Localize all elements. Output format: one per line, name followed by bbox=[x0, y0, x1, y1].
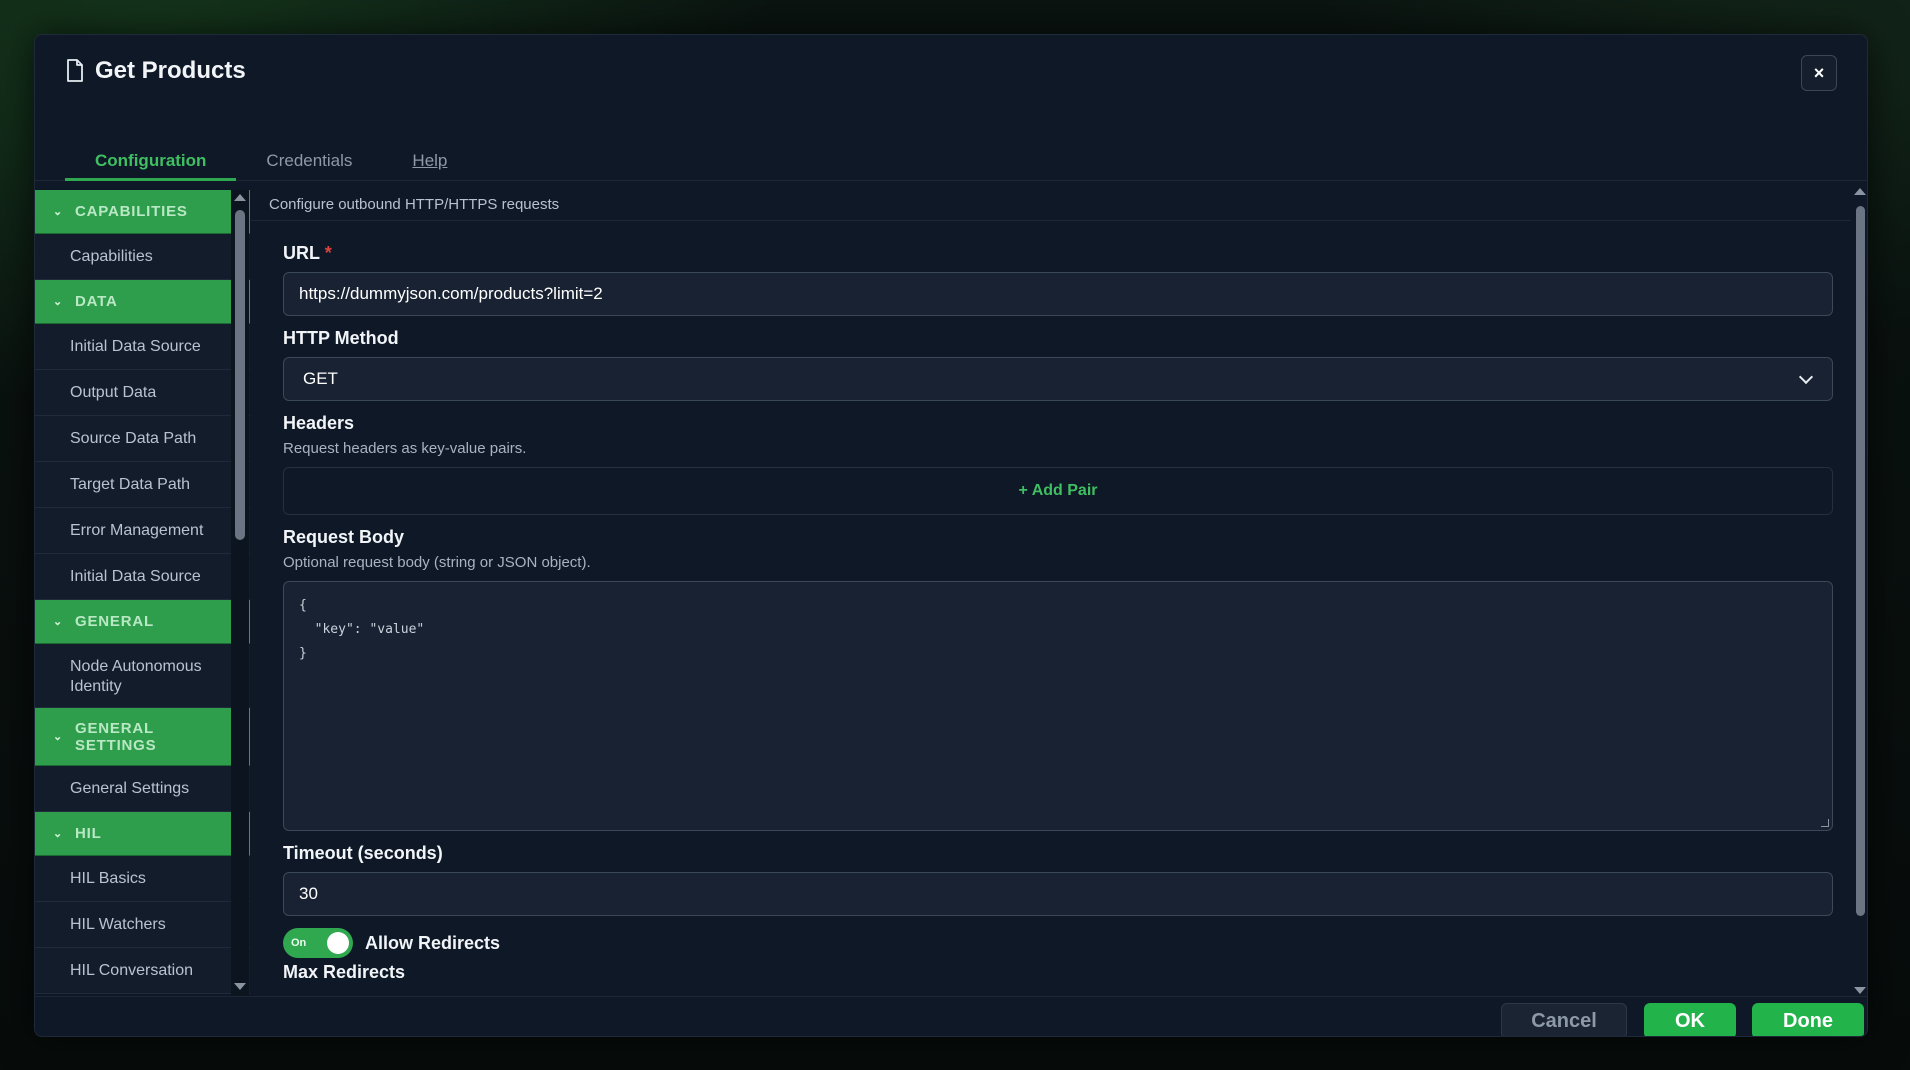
sidebar-section-general[interactable]: ⌄ GENERAL bbox=[35, 600, 250, 644]
sidebar-item-source-data-path[interactable]: Source Data Path bbox=[35, 416, 250, 462]
add-pair-button[interactable]: + Add Pair bbox=[283, 467, 1833, 515]
document-icon bbox=[67, 59, 83, 82]
dialog-footer: Cancel OK Done bbox=[35, 996, 1867, 1036]
allow-redirects-toggle[interactable]: On bbox=[283, 928, 353, 958]
sidebar-item-hil-conversation[interactable]: HIL Conversation bbox=[35, 948, 250, 994]
request-body-value: { "key": "value" } bbox=[299, 598, 425, 661]
resize-grip-icon[interactable] bbox=[1821, 819, 1829, 827]
sidebar-section-hil[interactable]: ⌄ HIL bbox=[35, 812, 250, 856]
content-description: Configure outbound HTTP/HTTPS requests bbox=[251, 181, 1851, 221]
modal-dialog: Get Products × Configuration Credentials… bbox=[34, 34, 1868, 1037]
tab-help[interactable]: Help bbox=[382, 115, 477, 181]
required-mark: * bbox=[324, 243, 332, 263]
close-icon: × bbox=[1813, 62, 1825, 83]
done-button[interactable]: Done bbox=[1752, 1003, 1864, 1036]
sidebar-item-error-management[interactable]: Error Management bbox=[35, 508, 250, 554]
sidebar-item-initial-data-source-2[interactable]: Initial Data Source bbox=[35, 554, 250, 600]
scrollbar-thumb[interactable] bbox=[1856, 206, 1865, 916]
headers-label: Headers bbox=[283, 413, 355, 433]
sidebar-item-initial-data-source[interactable]: Initial Data Source bbox=[35, 324, 250, 370]
scroll-up-arrow-icon[interactable] bbox=[1854, 188, 1866, 195]
tab-configuration[interactable]: Configuration bbox=[65, 115, 237, 181]
chevron-down-icon: ⌄ bbox=[53, 206, 64, 218]
sidebar-item-capabilities[interactable]: Capabilities bbox=[35, 234, 250, 280]
sidebar-item-general-settings[interactable]: General Settings bbox=[35, 766, 250, 812]
url-label: URL * bbox=[283, 243, 332, 263]
content-scrollbar[interactable] bbox=[1853, 186, 1867, 996]
title-row: Get Products bbox=[65, 57, 246, 85]
max-redirects-label: Max Redirects bbox=[283, 962, 406, 982]
timeout-label: Timeout (seconds) bbox=[283, 843, 443, 863]
scroll-up-arrow-icon[interactable] bbox=[234, 194, 246, 201]
chevron-down-icon: ⌄ bbox=[53, 296, 64, 308]
sidebar-section-general-settings[interactable]: ⌄ GENERAL SETTINGS bbox=[35, 708, 250, 766]
sidebar-item-node-autonomous-identity[interactable]: Node Autonomous Identity bbox=[35, 644, 250, 708]
content-panel: Configure outbound HTTP/HTTPS requests U… bbox=[251, 181, 1851, 996]
headers-help: Request headers as key-value pairs. bbox=[283, 440, 527, 457]
allow-redirects-label: Allow Redirects bbox=[365, 932, 501, 953]
chevron-down-icon: ⌄ bbox=[53, 731, 64, 743]
scroll-down-arrow-icon[interactable] bbox=[234, 983, 246, 990]
sidebar-item-target-data-path[interactable]: Target Data Path bbox=[35, 462, 250, 508]
toggle-knob bbox=[327, 932, 349, 954]
tab-bar: Configuration Credentials Help bbox=[65, 115, 477, 181]
timeout-input[interactable]: 30 bbox=[283, 872, 1833, 916]
cancel-button[interactable]: Cancel bbox=[1501, 1003, 1627, 1036]
sidebar-item-hil-watchers[interactable]: HIL Watchers bbox=[35, 902, 250, 948]
http-method-select[interactable]: GET bbox=[283, 357, 1833, 401]
sidebar-section-data[interactable]: ⌄ DATA bbox=[35, 280, 250, 324]
http-method-label: HTTP Method bbox=[283, 328, 399, 348]
sidebar: ⌄ CAPABILITIES Capabilities ⌄ DATA Initi… bbox=[35, 190, 250, 996]
ok-button[interactable]: OK bbox=[1644, 1003, 1736, 1036]
toggle-state-label: On bbox=[291, 937, 307, 949]
chevron-down-icon bbox=[1798, 369, 1814, 384]
config-form: URL * https://dummyjson.com/products?lim… bbox=[283, 243, 1833, 991]
http-method-value: GET bbox=[303, 369, 338, 388]
tab-credentials[interactable]: Credentials bbox=[236, 115, 382, 181]
scroll-down-arrow-icon[interactable] bbox=[1854, 987, 1866, 994]
request-body-textarea[interactable]: { "key": "value" } bbox=[283, 581, 1833, 831]
sidebar-item-output-data[interactable]: Output Data bbox=[35, 370, 250, 416]
sidebar-item-hil-basics[interactable]: HIL Basics bbox=[35, 856, 250, 902]
sidebar-scrollbar[interactable] bbox=[231, 190, 249, 996]
chevron-down-icon: ⌄ bbox=[53, 616, 64, 628]
allow-redirects-row: On Allow Redirects bbox=[283, 928, 1833, 958]
request-body-label: Request Body bbox=[283, 527, 405, 547]
chevron-down-icon: ⌄ bbox=[53, 828, 64, 840]
modal-header: Get Products × Configuration Credentials… bbox=[35, 35, 1867, 181]
request-body-help: Optional request body (string or JSON ob… bbox=[283, 554, 591, 571]
scrollbar-thumb[interactable] bbox=[235, 210, 245, 540]
sidebar-section-capabilities[interactable]: ⌄ CAPABILITIES bbox=[35, 190, 250, 234]
dialog-title: Get Products bbox=[95, 57, 246, 84]
close-button[interactable]: × bbox=[1801, 55, 1837, 91]
url-input[interactable]: https://dummyjson.com/products?limit=2 bbox=[283, 272, 1833, 316]
